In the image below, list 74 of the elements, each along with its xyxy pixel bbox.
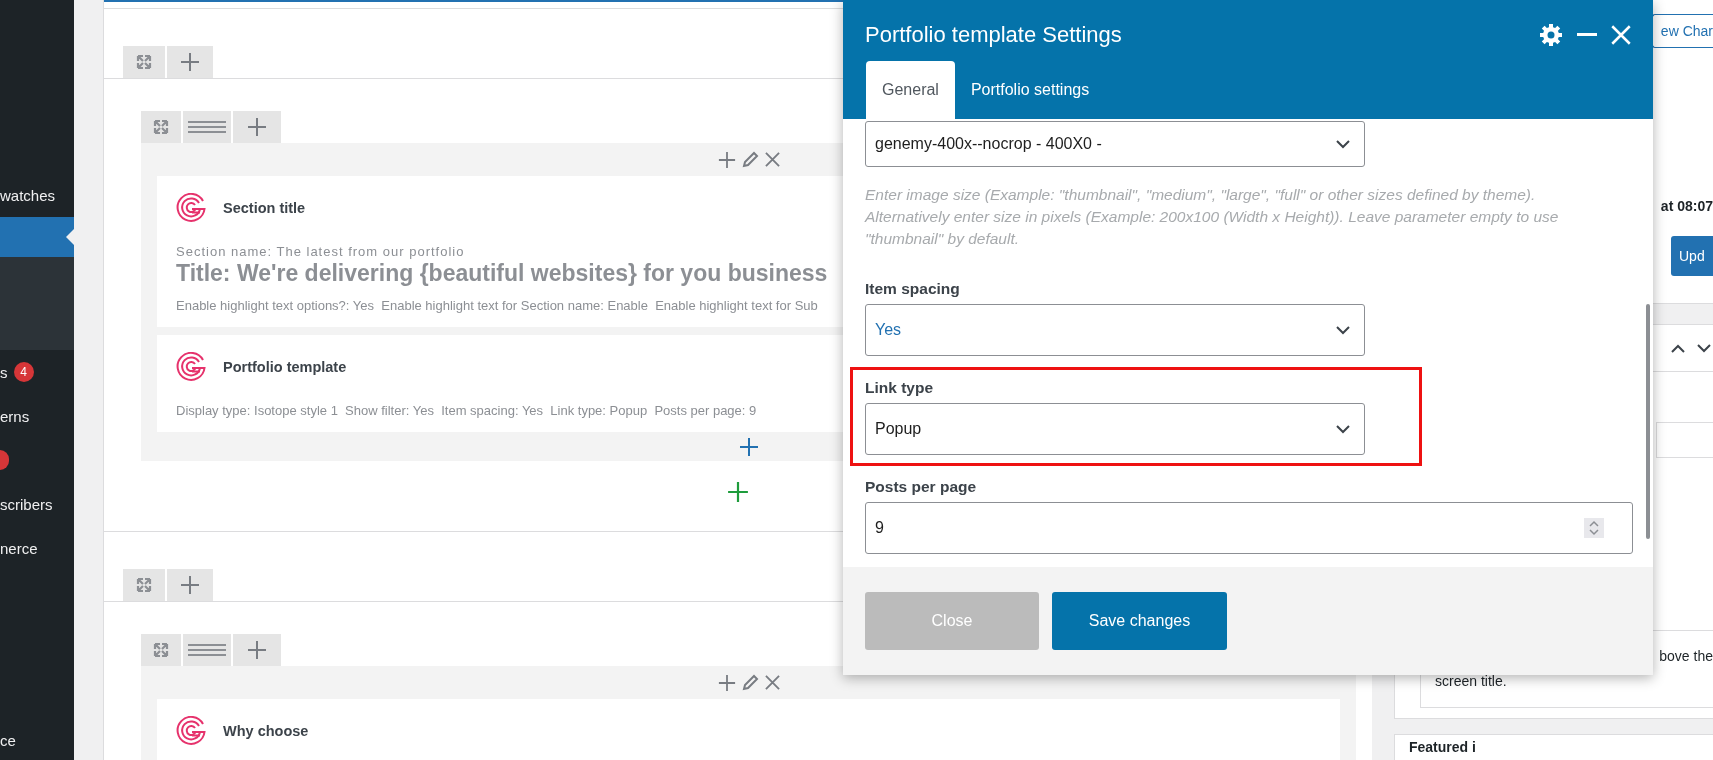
panel-title: Featured i [1394, 734, 1713, 760]
field-label: Item spacing [865, 279, 961, 300]
dropdown[interactable]: Yes [865, 304, 1365, 357]
help-text: Enter image size (Example: "thumbnail", "medium", "large", "full" or other sizes defined by theme). Alternatively enter size in pixels (Example: 200x100 (Width x Height)). Leave parameter empty to use "thumbnail" by default. [865, 185, 1560, 250]
expand-button[interactable] [141, 111, 181, 143]
plus-icon[interactable] [180, 575, 200, 595]
chevron-down-icon [1336, 424, 1350, 434]
menu-item[interactable] [0, 217, 74, 257]
publish-time: at 08:07 [1660, 198, 1713, 214]
menu-item[interactable]: scribers [0, 482, 74, 526]
dropdown[interactable]: genemy-400x--nocrop - 400X0 - [865, 121, 1365, 168]
expand-icon[interactable] [152, 118, 170, 136]
expand-button[interactable] [141, 634, 181, 666]
logo-icon [176, 193, 206, 223]
close-icon[interactable] [764, 152, 780, 167]
expand-icon[interactable] [135, 53, 153, 71]
plus-icon[interactable] [247, 117, 267, 137]
drag-handle-icon[interactable] [188, 643, 226, 657]
field-label: Posts per page [865, 477, 978, 498]
drag-button[interactable] [183, 111, 231, 143]
logo-icon [176, 352, 206, 382]
element-title: Portfolio template [223, 359, 347, 375]
expand-icon[interactable] [152, 641, 170, 659]
view-changes-button[interactable]: ew Char [1651, 14, 1713, 48]
add-row-icon[interactable] [727, 481, 749, 503]
count-badge: 4 [13, 362, 34, 382]
chevron-up-icon[interactable] [1671, 343, 1685, 353]
tab[interactable]: General [866, 61, 955, 120]
add-element-icon[interactable] [738, 436, 759, 457]
input-field[interactable] [1656, 422, 1713, 458]
chevron-down-icon [1336, 325, 1350, 335]
chevron-down-icon[interactable] [1697, 343, 1711, 353]
help-text: screen title. [1435, 672, 1508, 691]
settings-summary: Enable highlight text options?: Yes Enable highlight text for Section name: Enable Enable highlight text for Sub [176, 299, 818, 313]
menu-item[interactable]: watches [0, 173, 74, 217]
dropdown[interactable]: Popup [865, 403, 1365, 456]
menu-item[interactable]: s 4 [0, 350, 74, 394]
number-field[interactable]: 9 [865, 502, 1633, 555]
dialog-title: Portfolio template Settings [865, 22, 1123, 48]
plus-icon[interactable] [247, 640, 267, 660]
minimize-icon[interactable] [1577, 33, 1597, 37]
logo-icon [176, 716, 206, 746]
menu-item[interactable]: nerce [0, 526, 74, 570]
add-button[interactable] [233, 111, 281, 143]
element-title: Section title [223, 200, 306, 216]
expand-button[interactable] [123, 569, 165, 601]
add-icon[interactable] [717, 150, 736, 169]
field-label: Link type [865, 378, 935, 399]
add-button[interactable] [167, 569, 213, 601]
chevron-down-icon [1336, 139, 1350, 149]
help-text: bove the [1658, 647, 1713, 666]
heading-text: Title: We're delivering {beautiful websites} for you business [176, 259, 828, 287]
section-name-text: Section name: The latest from our portfolio [176, 245, 465, 259]
menu-item[interactable]: ce [0, 720, 74, 760]
add-icon[interactable] [717, 673, 736, 692]
drag-button[interactable] [183, 634, 231, 666]
tab[interactable]: Portfolio settings [954, 61, 1106, 120]
scrollbar[interactable] [1646, 304, 1650, 540]
menu-item[interactable]: erns [0, 394, 74, 438]
drag-handle-icon[interactable] [188, 120, 226, 134]
pencil-icon[interactable] [741, 674, 759, 691]
plus-icon[interactable] [180, 52, 200, 72]
expand-icon[interactable] [135, 576, 153, 594]
update-button[interactable]: Upd [1671, 236, 1713, 276]
save-button[interactable]: Save changes [1052, 592, 1227, 650]
expand-button[interactable] [123, 46, 165, 78]
close-icon[interactable] [764, 675, 780, 690]
settings-icon[interactable] [1539, 23, 1563, 47]
element-title: Why choose [223, 723, 309, 739]
add-button[interactable] [167, 46, 213, 78]
spinner-icon[interactable] [1584, 518, 1604, 539]
pencil-icon[interactable] [741, 151, 759, 168]
settings-summary: Display type: Isotope style 1 Show filter: Yes Item spacing: Yes Link type: Popup Posts per page: 9 [176, 404, 757, 418]
add-button[interactable] [233, 634, 281, 666]
